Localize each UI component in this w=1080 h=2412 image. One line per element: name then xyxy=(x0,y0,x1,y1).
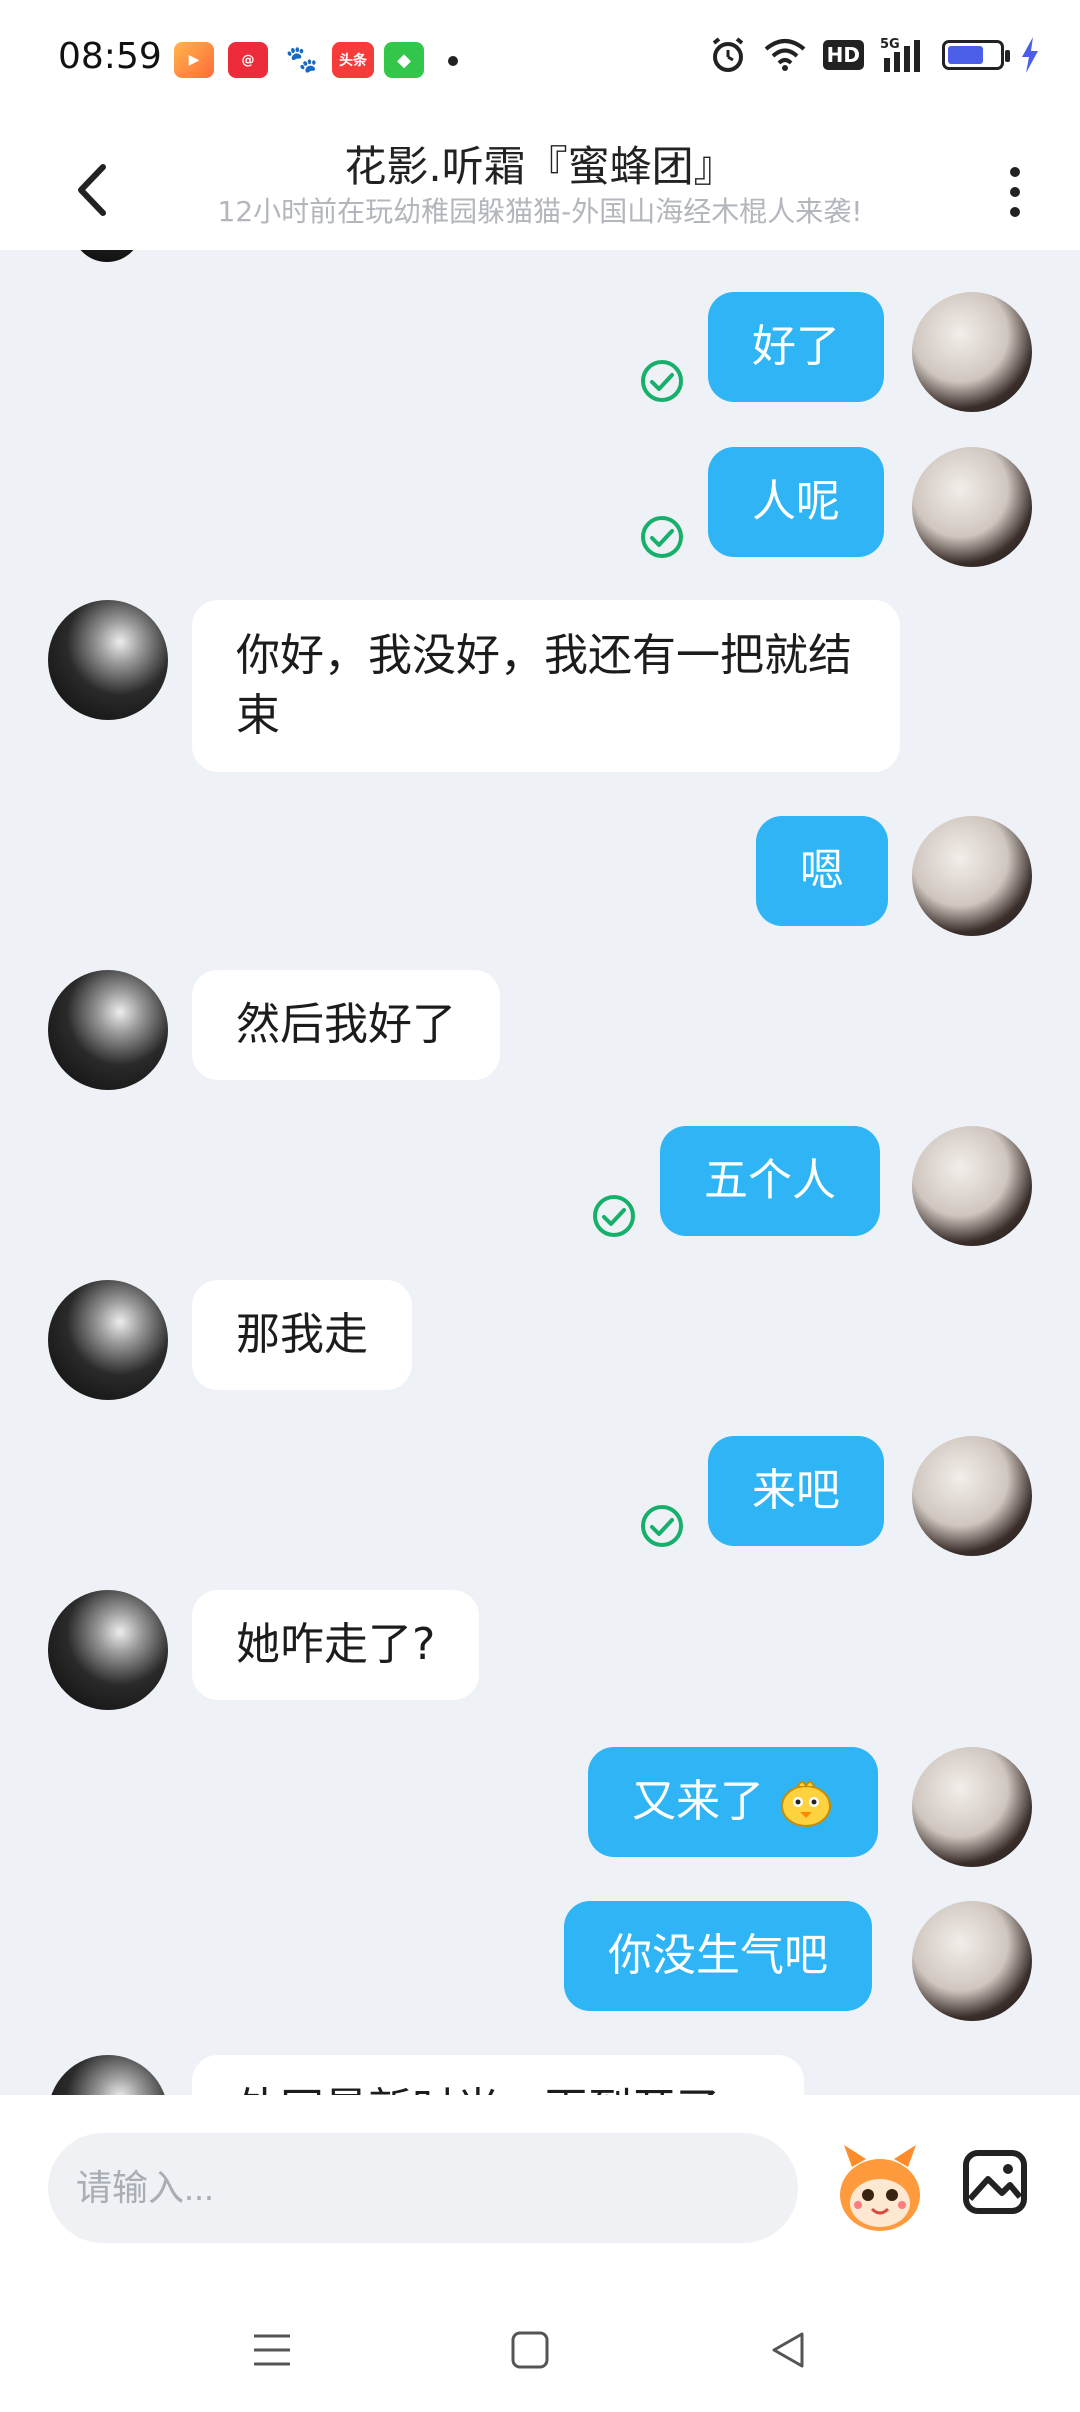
message-bubble-sent[interactable]: 五个人 xyxy=(660,1126,880,1236)
message-bubble-sent[interactable]: 你没生气吧 xyxy=(564,1901,872,2011)
more-dot-icon xyxy=(1010,207,1020,217)
status-bar: 08:59 ▶ @ 🐾 头条 ◆ HD 5G xyxy=(0,0,1080,125)
chat-subtitle: 12小时前在玩幼稚园躲猫猫-外国山海经木棍人来袭! xyxy=(217,195,863,228)
message-bubble-sent[interactable]: 好了 xyxy=(708,292,884,402)
avatar-me[interactable] xyxy=(912,1747,1032,1867)
home-square-icon xyxy=(511,2331,549,2369)
avatar-me[interactable] xyxy=(912,292,1032,412)
avatar-me[interactable] xyxy=(912,1436,1032,1556)
back-triangle-icon xyxy=(772,2332,804,2368)
message-bubble-received[interactable]: 然后我好了 xyxy=(192,970,500,1080)
read-check-icon xyxy=(641,1505,683,1547)
emoji-chick-icon xyxy=(781,1781,831,1827)
wifi-icon xyxy=(764,39,805,71)
shopping-app-icon: @ xyxy=(228,42,268,78)
avatar-other[interactable] xyxy=(48,600,168,720)
video-app-icon: ▶ xyxy=(174,42,214,78)
signal-icon: 5G xyxy=(880,37,920,72)
message-bubble-sent[interactable]: 又来了 xyxy=(588,1747,878,1857)
chat-header: 花影.听霜『蜜蜂团』 12小时前在玩幼稚园躲猫猫-外国山海经木棍人来袭! xyxy=(0,125,1080,250)
status-icons: HD 5G xyxy=(709,36,1040,74)
home-nav-button[interactable] xyxy=(490,2310,570,2390)
message-input[interactable] xyxy=(48,2133,798,2243)
avatar-me[interactable] xyxy=(912,816,1032,936)
more-dot-icon xyxy=(1010,187,1020,197)
charging-icon xyxy=(1022,37,1038,73)
message-text: 又来了 xyxy=(632,1776,764,1827)
green-app-icon: ◆ xyxy=(384,42,424,78)
status-time: 08:59 xyxy=(58,36,162,77)
avatar-other[interactable] xyxy=(48,1590,168,1710)
signal-label: 5G xyxy=(880,37,900,52)
back-nav-button[interactable] xyxy=(748,2310,828,2390)
menu-nav-button[interactable] xyxy=(232,2310,312,2390)
message-bubble-received[interactable]: 你好，我没好，我还有一把就结束 xyxy=(192,600,900,772)
battery-icon xyxy=(942,40,1010,70)
read-check-icon xyxy=(641,516,683,558)
menu-icon xyxy=(254,2334,290,2366)
back-arrow-icon xyxy=(78,164,106,216)
news-app-icon: 头条 xyxy=(332,42,374,78)
avatar-other[interactable] xyxy=(48,970,168,1090)
chat-title: 花影.听霜『蜜蜂团』 xyxy=(344,142,736,191)
avatar-me[interactable] xyxy=(912,447,1032,567)
message-list[interactable]: 好了 人呢 你好，我没好，我还有一把就结束 嗯 然后我好了 五个人 那我走 来吧… xyxy=(0,250,1080,2095)
message-bubble-received[interactable]: 她咋走了? xyxy=(192,1590,480,1700)
message-bubble-sent[interactable]: 嗯 xyxy=(756,816,888,926)
battery-level xyxy=(948,46,983,64)
more-dot-icon xyxy=(1010,167,1020,177)
avatar-other[interactable] xyxy=(48,1280,168,1400)
notification-dot-icon xyxy=(448,56,458,66)
message-bubble-sent[interactable]: 人呢 xyxy=(708,447,884,557)
sticker-mascot-button[interactable] xyxy=(830,2137,930,2237)
avatar-other[interactable] xyxy=(48,2055,168,2095)
read-check-icon xyxy=(641,360,683,402)
message-bubble-sent[interactable]: 来吧 xyxy=(708,1436,884,1546)
system-nav-bar xyxy=(0,2285,1080,2412)
more-options-button[interactable] xyxy=(990,152,1040,232)
baidu-paw-icon: 🐾 xyxy=(282,42,322,78)
hd-icon: HD xyxy=(822,40,864,70)
alarm-icon xyxy=(712,37,743,72)
message-bubble-received[interactable]: 那我走 xyxy=(192,1280,412,1390)
image-picker-icon[interactable] xyxy=(960,2147,1030,2217)
avatar-me[interactable] xyxy=(912,1126,1032,1246)
message-bubble-received[interactable]: 外网最新时光，再到开了 xyxy=(192,2055,804,2095)
chat-screen: 08:59 ▶ @ 🐾 头条 ◆ HD 5G 花影.听霜『蜜蜂团』 12小时前在… xyxy=(0,0,1080,2412)
input-bar xyxy=(0,2095,1080,2285)
avatar-other[interactable] xyxy=(72,250,142,262)
back-button[interactable] xyxy=(62,145,122,235)
avatar-me[interactable] xyxy=(912,1901,1032,2021)
read-check-icon xyxy=(593,1195,635,1237)
